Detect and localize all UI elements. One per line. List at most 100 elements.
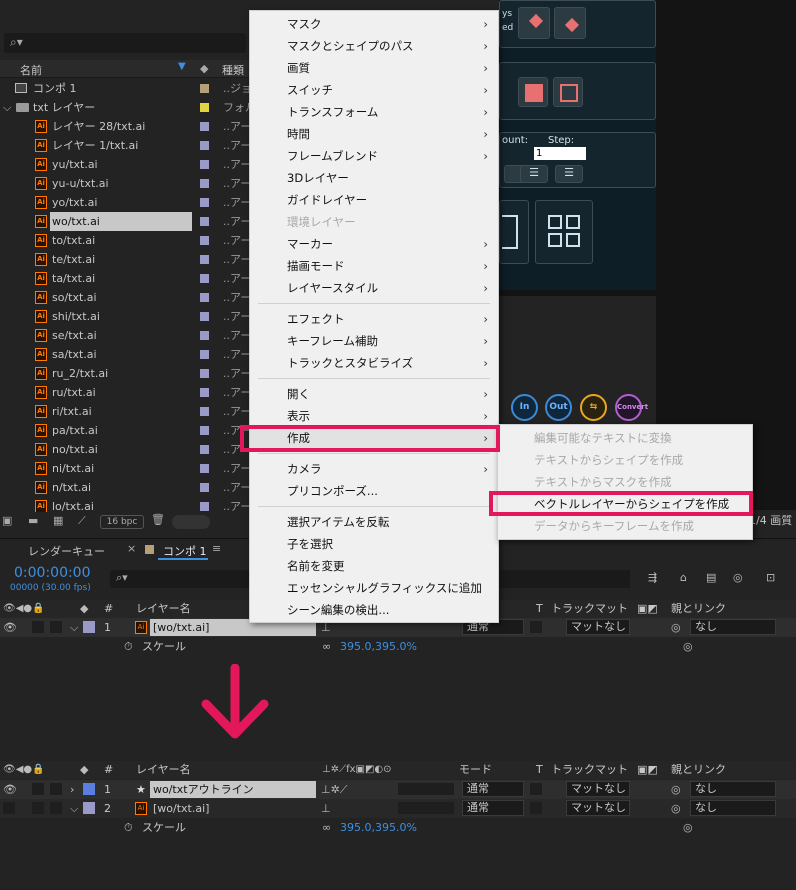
stopwatch-icon[interactable]: ⏱︎ [124, 637, 133, 656]
eye-icon[interactable]: 👁︎ [3, 780, 17, 799]
label-swatch[interactable] [200, 255, 209, 264]
column-type-header[interactable]: 種類 [222, 62, 244, 78]
lock-box[interactable] [50, 783, 62, 795]
column-track-header[interactable]: トラックマット [551, 761, 628, 779]
column-parent-header[interactable]: 親とリンク [671, 761, 726, 779]
project-item[interactable]: Ai ru_2/txt.ai ..アー [0, 364, 251, 383]
menu-item[interactable]: 画質 › [250, 57, 498, 79]
switch-boxes[interactable] [398, 802, 454, 814]
column-track-header[interactable]: トラックマット [551, 600, 628, 618]
menu-item[interactable]: エフェクト › [250, 308, 498, 330]
menu-item[interactable]: マスク › [250, 13, 498, 35]
menu-item[interactable]: 表示 › [250, 405, 498, 427]
scale-value[interactable]: 395.0,395.0% [340, 818, 417, 837]
anchor-left-button[interactable] [518, 7, 550, 39]
menu-item[interactable]: プリコンポーズ... [250, 480, 498, 502]
chevron-down-icon[interactable]: ⌵ [70, 618, 78, 637]
project-item[interactable]: Ai se/txt.ai ..アー [0, 326, 251, 345]
menu-item[interactable]: シーン編集の検出... [250, 599, 498, 621]
project-item[interactable]: Ai pa/txt.ai ..アー [0, 421, 251, 440]
label-swatch[interactable] [200, 198, 209, 207]
label-swatch[interactable] [200, 407, 209, 416]
menu-item[interactable]: キーフレーム補助 › [250, 330, 498, 352]
project-item[interactable]: Ai yu-u/txt.ai ..アー [0, 174, 251, 193]
label-swatch[interactable] [200, 236, 209, 245]
outline-square-button[interactable] [553, 77, 583, 107]
project-item[interactable]: Ai so/txt.ai ..アー [0, 288, 251, 307]
label-swatch[interactable] [200, 293, 209, 302]
project-item[interactable]: Ai yo/txt.ai ..アー [0, 193, 251, 212]
lock-box[interactable] [50, 621, 62, 633]
eye-icon[interactable]: 👁︎ [3, 618, 17, 637]
viewer-resolution[interactable]: 1/4 画質 [749, 512, 792, 528]
label-swatch[interactable] [200, 388, 209, 397]
interpret-footage-icon[interactable]: ▣ [2, 514, 12, 527]
menu-item[interactable]: エッセンシャルグラフィックスに追加 [250, 577, 498, 599]
chevron-right-icon[interactable]: › [70, 780, 74, 799]
project-search-input[interactable]: ⌕▾ [4, 33, 246, 53]
label-swatch[interactable] [200, 160, 209, 169]
label-swatch[interactable] [200, 217, 209, 226]
project-item[interactable]: Ai ru/txt.ai ..アー [0, 383, 251, 402]
project-item[interactable]: ⌵ txt レイヤー フォル [0, 98, 256, 117]
preserve-box[interactable] [530, 802, 542, 814]
bpc-button[interactable]: 16 bpc [100, 515, 144, 529]
frame-blend-icon[interactable]: ▤ [706, 571, 716, 584]
eye-box[interactable] [3, 802, 15, 814]
solo-box[interactable] [32, 621, 44, 633]
tab-render-queue[interactable]: レンダーキュー [28, 543, 105, 559]
pickwhip-icon[interactable]: ◎ [683, 637, 693, 656]
layer-row-after-1[interactable]: 👁︎ › 1 ★ wo/txtアウトライン ⊥✲⟋ 通常 マットなし ◎ なし [0, 780, 796, 799]
align-right-button[interactable]: ☰ [555, 165, 583, 183]
align-center-button[interactable]: ☰ [520, 165, 548, 183]
project-item[interactable]: Ai n/txt.ai ..アー [0, 478, 251, 497]
tab-comp[interactable]: コンポ 1 [163, 543, 207, 559]
stopwatch-icon[interactable]: ⏱︎ [124, 818, 133, 837]
column-layer-name-header[interactable]: レイヤー名 [136, 600, 191, 618]
menu-item[interactable]: 開く › [250, 383, 498, 405]
preserve-box[interactable] [530, 621, 542, 633]
convert-button[interactable]: Convert [615, 394, 648, 421]
project-item[interactable]: Ai wo/txt.ai ..アー [0, 212, 251, 231]
menu-item[interactable]: 子を選択 [250, 533, 498, 555]
solo-box[interactable] [32, 783, 44, 795]
track-select[interactable]: マットなし [566, 619, 630, 635]
project-item[interactable]: Ai レイヤー 1/txt.ai ..アー [0, 136, 251, 155]
pickwhip-icon[interactable]: ◎ [671, 618, 681, 637]
project-item[interactable]: Ai shi/txt.ai ..アー [0, 307, 251, 326]
label-swatch[interactable] [200, 426, 209, 435]
menu-item[interactable]: カメラ › [250, 458, 498, 480]
column-layer-name-header[interactable]: レイヤー名 [136, 761, 191, 779]
pickwhip-icon[interactable]: ◎ [683, 818, 693, 837]
label-swatch[interactable] [200, 141, 209, 150]
pickwhip-icon[interactable]: ◎ [671, 780, 681, 799]
mode-select[interactable]: 通常 [462, 800, 524, 816]
scale-value[interactable]: 395.0,395.0% [340, 637, 417, 656]
motion-blur-icon[interactable]: ◎ [733, 571, 743, 584]
menu-item[interactable]: マーカー › [250, 233, 498, 255]
project-scroll-slider[interactable] [172, 515, 210, 529]
link-button[interactable]: ⇆ [580, 394, 607, 421]
switch-boxes[interactable] [398, 783, 454, 795]
label-swatch[interactable] [200, 483, 209, 492]
label-swatch[interactable] [200, 274, 209, 283]
new-comp-icon[interactable]: ▦ [53, 514, 63, 527]
menu-item[interactable]: マスクとシェイプのパス › [250, 35, 498, 57]
label-swatch[interactable] [200, 445, 209, 454]
menu-icon[interactable]: ≡ [212, 542, 221, 555]
comp-flowchart-icon[interactable]: ⇶ [648, 571, 657, 584]
label-swatch[interactable] [200, 84, 209, 93]
layer-row-after-2[interactable]: ⌵ 2 Ai [wo/txt.ai] ⊥ 通常 マットなし ◎ なし [0, 799, 796, 818]
link-icon[interactable]: ∞ [322, 818, 331, 837]
label-swatch[interactable] [200, 122, 209, 131]
layer-name[interactable]: wo/txtアウトライン [150, 781, 316, 798]
menu-item[interactable]: フレームブレンド › [250, 145, 498, 167]
pickwhip-icon[interactable]: ◎ [671, 799, 681, 818]
timecode[interactable]: 0:00:00:00 [14, 565, 91, 581]
project-item[interactable]: Ai ni/txt.ai ..アー [0, 459, 251, 478]
menu-item[interactable]: レイヤースタイル › [250, 277, 498, 299]
layer-switch-icons[interactable]: ⊥✲⟋ [321, 780, 348, 799]
out-button[interactable]: Out [545, 394, 572, 421]
anchor-right-button[interactable] [554, 7, 586, 39]
parent-select[interactable]: なし [690, 619, 776, 635]
